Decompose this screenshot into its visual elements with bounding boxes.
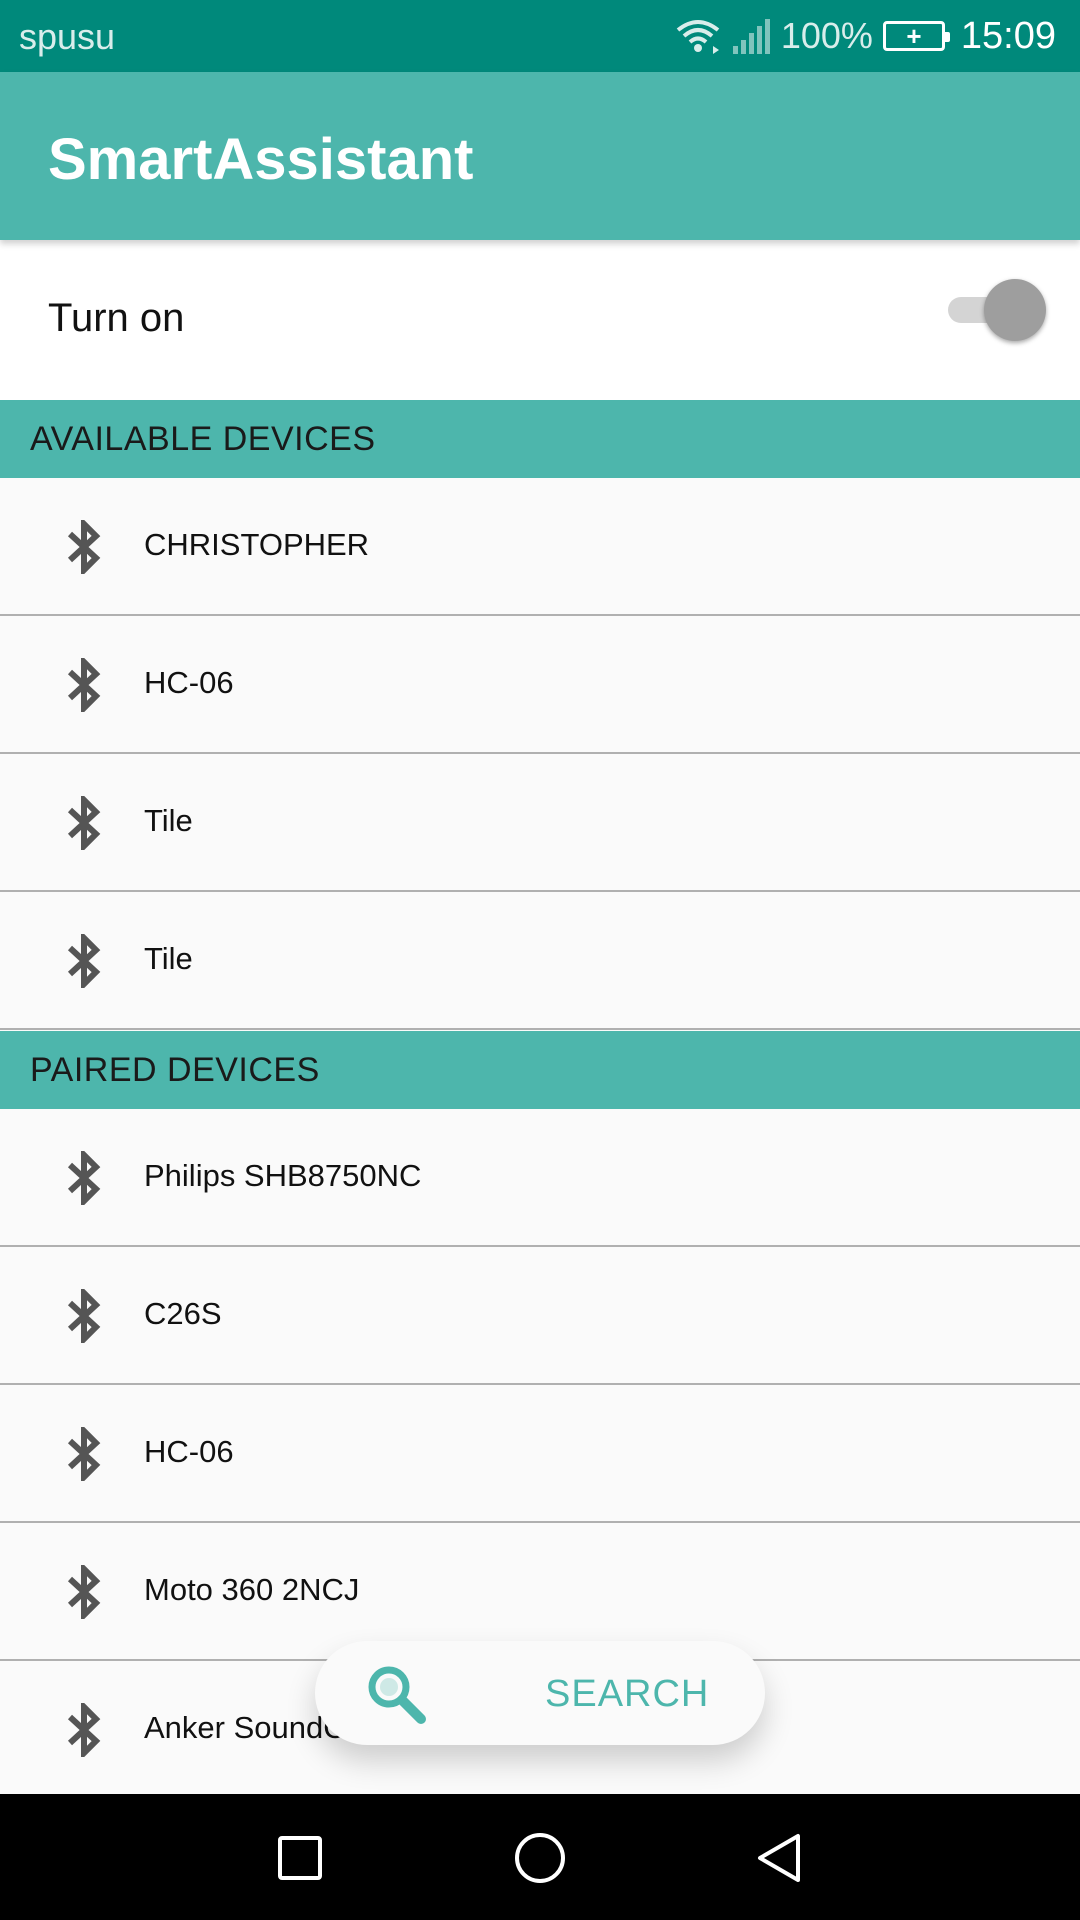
app-title: SmartAssistant (48, 127, 474, 192)
bluetooth-icon (67, 1151, 101, 1205)
paired-devices-header: PAIRED DEVICES (0, 1031, 1080, 1109)
bluetooth-icon (67, 1289, 101, 1343)
available-devices-header: AVAILABLE DEVICES (0, 400, 1080, 478)
search-icon (368, 1666, 426, 1724)
navigation-bar (0, 1794, 1080, 1920)
status-icons: 100% + 15:09 (675, 12, 1056, 60)
device-name: Tile (144, 803, 193, 838)
clock: 15:09 (960, 14, 1056, 57)
device-name: HC-06 (144, 1434, 234, 1469)
device-name: Moto 360 2NCJ (144, 1572, 360, 1607)
app-bar: SmartAssistant (0, 72, 1080, 240)
available-device-item[interactable]: Tile (0, 754, 1080, 892)
device-name: HC-06 (144, 665, 234, 700)
available-devices-title: AVAILABLE DEVICES (30, 420, 376, 458)
status-bar: spusu 100% + 15:09 (0, 0, 1080, 72)
paired-device-item[interactable]: C26S (0, 1247, 1080, 1385)
turn-on-label: Turn on (48, 296, 185, 340)
available-devices-list: CHRISTOPHER HC-06 Tile Tile (0, 478, 1080, 1030)
bluetooth-icon (67, 1703, 101, 1757)
home-icon[interactable] (510, 1828, 570, 1888)
device-name: Tile (144, 941, 193, 976)
carrier-name: spusu (19, 16, 116, 57)
device-name: CHRISTOPHER (144, 527, 370, 562)
bluetooth-toggle-switch[interactable] (948, 279, 1046, 341)
paired-device-item[interactable]: Philips SHB8750NC (0, 1109, 1080, 1247)
wifi-icon (676, 20, 720, 54)
battery-charging-icon: + (882, 21, 950, 51)
device-name: Philips SHB8750NC (144, 1158, 422, 1193)
search-button[interactable]: SEARCH (315, 1641, 765, 1745)
bluetooth-icon (67, 796, 101, 850)
search-label: SEARCH (545, 1673, 710, 1715)
device-name: C26S (144, 1296, 222, 1331)
switch-thumb[interactable] (984, 279, 1046, 341)
bluetooth-icon (67, 1427, 101, 1481)
available-device-item[interactable]: HC-06 (0, 616, 1080, 754)
bluetooth-icon (67, 658, 101, 712)
back-icon[interactable] (750, 1828, 810, 1888)
paired-device-item[interactable]: HC-06 (0, 1385, 1080, 1523)
bluetooth-icon (67, 520, 101, 574)
recents-icon[interactable] (270, 1828, 330, 1888)
bluetooth-icon (67, 1565, 101, 1619)
paired-devices-title: PAIRED DEVICES (30, 1051, 320, 1089)
signal-icon (732, 19, 770, 54)
available-device-item[interactable]: Tile (0, 892, 1080, 1030)
bluetooth-icon (67, 934, 101, 988)
battery-percent: 100% (780, 15, 873, 56)
turn-on-row[interactable]: Turn on (0, 240, 1080, 400)
available-device-item[interactable]: CHRISTOPHER (0, 478, 1080, 616)
